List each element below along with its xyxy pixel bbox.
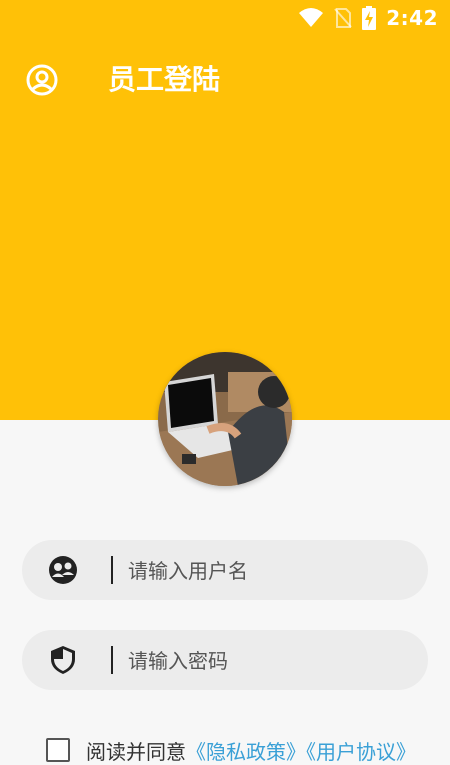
battery-charging-icon <box>362 6 377 30</box>
shield-icon <box>48 645 78 675</box>
avatar <box>158 352 292 486</box>
user-agreement-link[interactable]: 《用户协议》 <box>306 740 416 764</box>
consent-row: 阅读并同意《隐私政策》《用户协议》 <box>46 738 416 764</box>
app-header: 员工登陆 <box>0 52 450 108</box>
field-divider <box>111 646 113 674</box>
status-bar: 2:42 <box>0 0 450 36</box>
field-divider <box>111 556 113 584</box>
password-field[interactable] <box>22 630 428 690</box>
wifi-icon <box>298 7 324 29</box>
username-field[interactable] <box>22 540 428 600</box>
page-title: 员工登陆 <box>108 63 221 96</box>
no-sim-icon <box>334 7 352 29</box>
username-input[interactable] <box>126 550 420 592</box>
status-icons: 2:42 <box>298 6 438 30</box>
account-circle-icon[interactable] <box>24 62 60 98</box>
clock: 2:42 <box>386 6 438 30</box>
user-group-icon <box>48 555 78 585</box>
consent-text: 阅读并同意 <box>86 739 186 764</box>
password-input[interactable] <box>126 640 420 682</box>
privacy-policy-link[interactable]: 《隐私政策》 <box>186 740 306 764</box>
agree-checkbox[interactable] <box>46 738 70 762</box>
